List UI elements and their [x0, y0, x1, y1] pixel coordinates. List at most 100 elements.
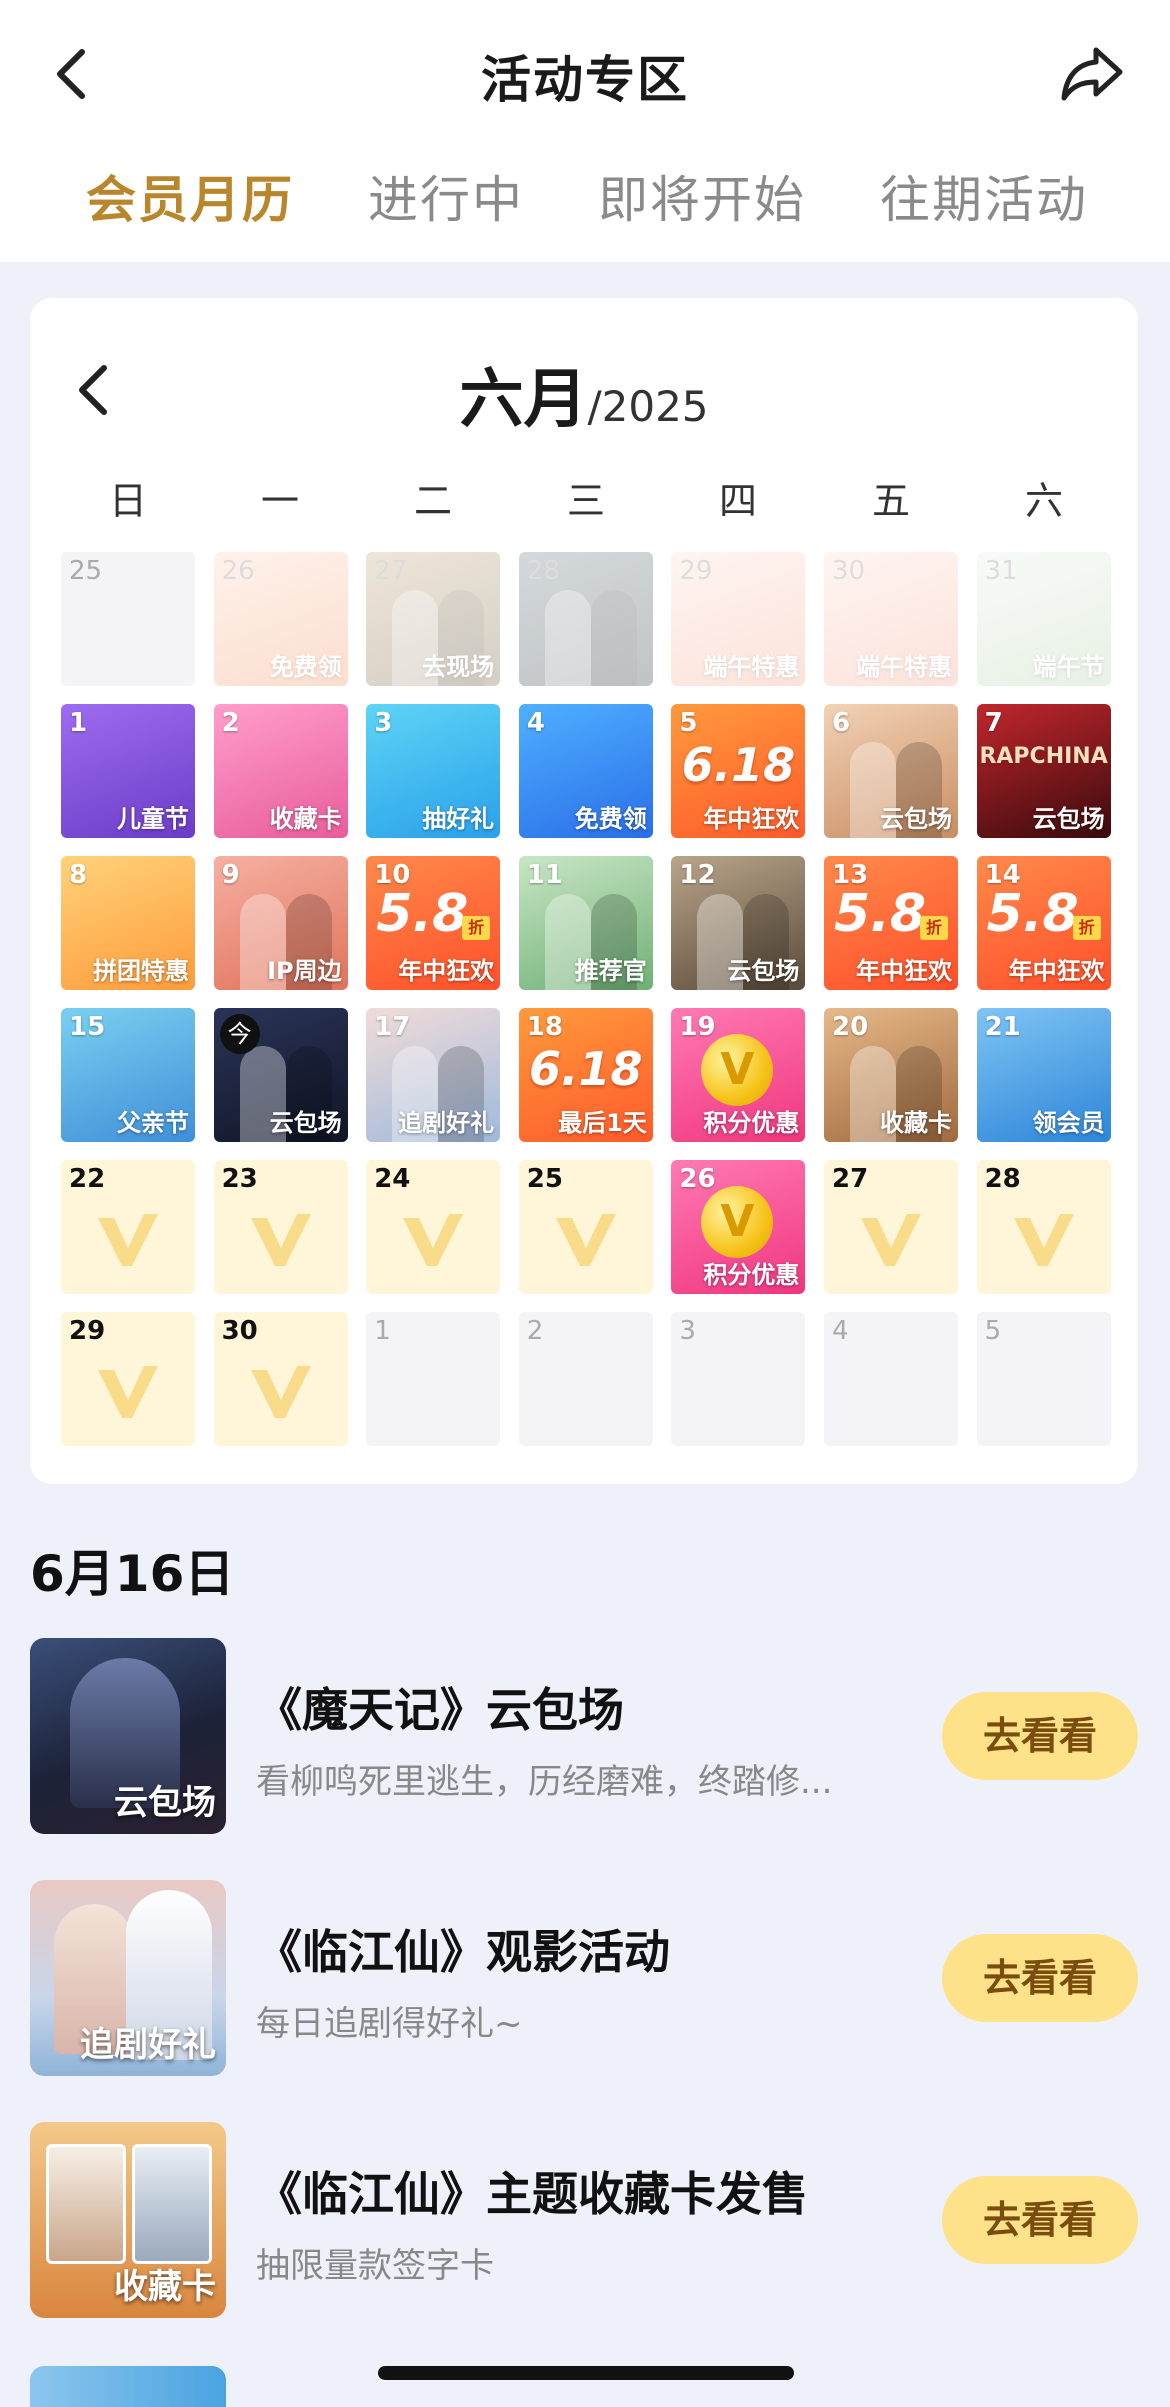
day-number: 10: [374, 860, 411, 890]
day-number: 4: [526, 708, 545, 738]
vip-v-icon: [1013, 1214, 1074, 1266]
day-event-label: 年中狂欢: [856, 957, 952, 985]
calendar-day[interactable]: 1: [366, 1312, 501, 1446]
day-number: 2: [526, 1316, 544, 1346]
calendar-day[interactable]: 5.8 折 13 年中狂欢: [824, 856, 958, 990]
day-number: 12: [679, 860, 716, 890]
calendar-day[interactable]: 11 推荐官: [518, 856, 653, 990]
calendar-day[interactable]: 21 领会员: [976, 1008, 1111, 1142]
go-see-button[interactable]: 去看看: [942, 1934, 1138, 2022]
go-see-button[interactable]: 去看看: [942, 1692, 1138, 1780]
day-event-label: 父亲节: [117, 1109, 189, 1137]
calendar-day[interactable]: V 19 积分优惠: [671, 1008, 806, 1142]
calendar-day[interactable]: 25: [61, 552, 195, 686]
calendar-day[interactable]: 27: [824, 1160, 958, 1294]
calendar-day[interactable]: 27 去现场: [366, 552, 501, 686]
calendar-day[interactable]: 30: [213, 1312, 348, 1446]
calendar-day[interactable]: 6.18 5 年中狂欢: [671, 704, 806, 838]
calendar-day[interactable]: 30 端午特惠: [824, 552, 958, 686]
day-number: 24: [374, 1164, 411, 1194]
share-icon[interactable]: [1056, 38, 1128, 110]
sale-figure: 5.8: [834, 884, 927, 944]
activity-thumbnail: 追剧好礼: [30, 1880, 226, 2076]
day-event-label: 推荐官: [574, 957, 647, 985]
thumbnail-label: 云包场: [114, 1783, 216, 1823]
discount-badge: 折: [920, 916, 948, 940]
tab-past-events[interactable]: 往期活动: [880, 160, 1088, 232]
day-event-label: 领会员: [1032, 1109, 1105, 1137]
calendar-day[interactable]: 28: [518, 552, 653, 686]
day-number: 26: [679, 1164, 716, 1194]
day-event-label: 云包场: [727, 957, 800, 985]
calendar-day[interactable]: 29 端午特惠: [671, 552, 806, 686]
day-event-label: IP周边: [267, 957, 342, 985]
calendar-day[interactable]: 3: [671, 1312, 806, 1446]
calendar-day[interactable]: 24: [366, 1160, 501, 1294]
activity-item[interactable]: 收藏卡 《临江仙》主题收藏卡发售 抽限量款签字卡 去看看: [30, 2122, 1140, 2318]
calendar-day[interactable]: 20 收藏卡: [824, 1008, 958, 1142]
day-number: 28: [984, 1164, 1021, 1194]
calendar-day[interactable]: 28: [976, 1160, 1111, 1294]
calendar-day[interactable]: 23: [213, 1160, 348, 1294]
activity-desc: 每日追剧得好礼~: [256, 2004, 523, 2044]
calendar-day[interactable]: 6.18 18 最后1天: [518, 1008, 653, 1142]
day-number: 30: [221, 1316, 258, 1346]
day-number: 25: [526, 1164, 563, 1194]
day-number: 29: [679, 556, 713, 586]
calendar-day[interactable]: V 26 积分优惠: [671, 1160, 806, 1294]
calendar-day[interactable]: 今云包场: [213, 1008, 348, 1142]
tab-member-calendar[interactable]: 会员月历: [86, 160, 294, 232]
calendar-day[interactable]: 25: [518, 1160, 653, 1294]
activity-item[interactable]: 云包场 《魔天记》云包场 看柳鸣死里逃生，历经磨难，终踏修... 去看看: [30, 1638, 1140, 1834]
day-event-label: 去现场: [422, 653, 495, 681]
day-event-label: 积分优惠: [703, 1261, 800, 1289]
calendar-day[interactable]: 12 云包场: [671, 856, 806, 990]
calendar-day[interactable]: 8 拼团特惠: [61, 856, 195, 990]
calendar-day[interactable]: 22: [61, 1160, 195, 1294]
calendar-day[interactable]: 6 云包场: [824, 704, 958, 838]
vip-v-icon: [403, 1214, 464, 1266]
tab-upcoming[interactable]: 即将开始: [598, 160, 806, 232]
day-event-label: 收藏卡: [269, 805, 342, 833]
calendar-day[interactable]: 5.8 折 10 年中狂欢: [366, 856, 501, 990]
weekday-label: 四: [718, 479, 757, 523]
day-number: 1: [374, 1316, 391, 1346]
activity-item[interactable]: 追剧好礼 《临江仙》观影活动 每日追剧得好礼~ 去看看: [30, 1880, 1140, 2076]
sale-figure: 5.8: [376, 884, 469, 944]
sale-figure: 6.18: [529, 1042, 643, 1096]
thumbnail-label: 收藏卡: [114, 2267, 216, 2307]
calendar-day[interactable]: 4 免费领: [518, 704, 653, 838]
calendar-day[interactable]: 26 免费领: [213, 552, 348, 686]
day-event-label: 免费领: [574, 805, 647, 833]
day-number: 18: [526, 1012, 563, 1042]
calendar-day[interactable]: 2: [518, 1312, 653, 1446]
go-see-button[interactable]: 去看看: [942, 2176, 1138, 2264]
thumbnail-label: 追剧好礼: [80, 2025, 216, 2065]
calendar-day[interactable]: 4: [824, 1312, 958, 1446]
rap-logo: RAPCHINA: [979, 744, 1108, 769]
calendar-day[interactable]: 29: [61, 1312, 195, 1446]
home-indicator: [378, 2366, 794, 2380]
day-event-label: 免费领: [269, 653, 342, 681]
calendar-day[interactable]: 5.8 折 14 年中狂欢: [976, 856, 1111, 990]
calendar-day[interactable]: RAPCHINA 7 云包场: [976, 704, 1111, 838]
tab-in-progress[interactable]: 进行中: [368, 160, 524, 232]
day-event-label: 收藏卡: [880, 1109, 952, 1137]
day-number: 20: [832, 1012, 869, 1042]
calendar-day[interactable]: 9 IP周边: [213, 856, 348, 990]
calendar-day[interactable]: 31 端午节: [976, 552, 1111, 686]
day-number: 8: [69, 860, 88, 890]
day-number: 28: [526, 556, 560, 586]
points-coin-icon: V: [701, 1034, 774, 1106]
calendar-day[interactable]: 3 抽好礼: [366, 704, 501, 838]
calendar-day[interactable]: 1 儿童节: [61, 704, 195, 838]
day-event-label: 儿童节: [117, 805, 189, 833]
calendar-day[interactable]: 17 追剧好礼: [366, 1008, 501, 1142]
day-event-label: 拼团特惠: [93, 957, 189, 985]
day-number: 19: [679, 1012, 716, 1042]
calendar-month: 六月: [459, 363, 588, 437]
figure-illustration: [590, 590, 637, 686]
calendar-day[interactable]: 15 父亲节: [61, 1008, 195, 1142]
calendar-day[interactable]: 5: [976, 1312, 1111, 1446]
calendar-day[interactable]: 2 收藏卡: [213, 704, 348, 838]
